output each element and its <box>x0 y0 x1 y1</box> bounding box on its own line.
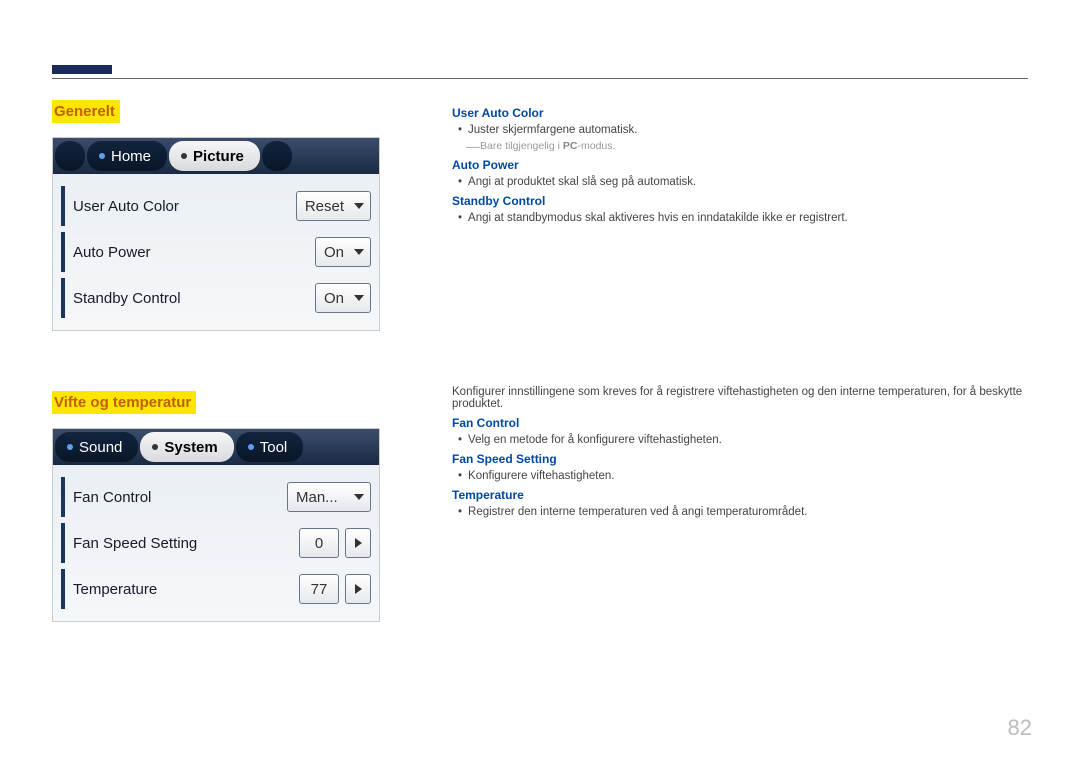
page-number: 82 <box>1008 715 1032 741</box>
tab-dot-icon <box>99 153 105 159</box>
spinner-increment-button[interactable] <box>345 574 371 604</box>
row-temperature: Temperature 77 <box>61 569 371 609</box>
chevron-down-icon <box>354 295 364 301</box>
triangle-right-icon <box>355 584 362 594</box>
desc-generelt: User Auto Color Juster skjermfargene aut… <box>452 106 1028 224</box>
note-prefix: Bare tilgjengelig i <box>480 140 563 152</box>
desc-bullet: Juster skjermfargene automatisk. <box>470 124 1028 136</box>
desc-auto-power: Auto Power Angi at produktet skal slå se… <box>452 158 1028 188</box>
desc-heading: Temperature <box>452 488 1028 502</box>
tab-right-overflow[interactable] <box>262 141 292 171</box>
tab-dot-icon <box>181 153 187 159</box>
chevron-down-icon <box>354 203 364 209</box>
page-content: Generelt Home Picture User <box>52 100 1028 723</box>
tab-sound[interactable]: Sound <box>55 432 138 462</box>
tab-home[interactable]: Home <box>87 141 167 171</box>
desc-standby-control: Standby Control Angi at standbymodus ska… <box>452 194 1028 224</box>
chevron-down-icon <box>354 249 364 255</box>
row-fan-speed: Fan Speed Setting 0 <box>61 523 371 563</box>
row-user-auto-color: User Auto Color Reset <box>61 186 371 226</box>
desc-bullet: Angi at produktet skal slå seg på automa… <box>470 176 1028 188</box>
desc-bullet: Angi at standbymodus skal aktiveres hvis… <box>470 212 1028 224</box>
dropdown-value: Man... <box>296 489 338 506</box>
tab-picture[interactable]: Picture <box>169 141 260 171</box>
desc-bullet: Konfigurere viftehastigheten. <box>470 470 1028 482</box>
tab-system[interactable]: System <box>140 432 233 462</box>
header-divider <box>52 78 1028 79</box>
note-suffix: -modus. <box>577 140 615 152</box>
chevron-down-icon <box>354 494 364 500</box>
dropdown-user-auto-color[interactable]: Reset <box>296 191 371 221</box>
tab-left-overflow[interactable] <box>55 141 85 171</box>
row-standby-control: Standby Control On <box>61 278 371 318</box>
dropdown-value: Reset <box>305 198 344 215</box>
desc-vifte: Konfigurer innstillingene som kreves for… <box>452 386 1028 518</box>
desc-bullet: Registrer den interne temperaturen ved å… <box>470 506 1028 518</box>
spinner-fan-speed: 0 <box>299 528 371 558</box>
note-bold: PC <box>563 140 578 152</box>
tab-label: Sound <box>79 439 122 456</box>
dropdown-value: On <box>324 244 344 261</box>
section-title-generelt: Generelt <box>52 100 120 123</box>
dropdown-value: On <box>324 290 344 307</box>
tab-label: Home <box>111 148 151 165</box>
dropdown-standby-control[interactable]: On <box>315 283 371 313</box>
tab-label: Picture <box>193 148 244 165</box>
triangle-right-icon <box>355 538 362 548</box>
desc-heading: Standby Control <box>452 194 1028 208</box>
section-vifte: Vifte og temperatur Sound System Tool <box>52 391 412 622</box>
desc-fan-speed-setting: Fan Speed Setting Konfigurere viftehasti… <box>452 452 1028 482</box>
section-generelt: Generelt Home Picture User <box>52 100 412 331</box>
tab-dot-icon <box>248 444 254 450</box>
spinner-value[interactable]: 77 <box>299 574 339 604</box>
dropdown-fan-control[interactable]: Man... <box>287 482 371 512</box>
row-label: Standby Control <box>73 290 315 307</box>
header-accent-bar <box>52 65 112 74</box>
row-auto-power: Auto Power On <box>61 232 371 272</box>
desc-note: Bare tilgjengelig i PC-modus. <box>480 140 1028 152</box>
row-label: Temperature <box>73 581 299 598</box>
spinner-value[interactable]: 0 <box>299 528 339 558</box>
tabbar-generelt: Home Picture <box>53 138 379 174</box>
desc-user-auto-color: User Auto Color Juster skjermfargene aut… <box>452 106 1028 152</box>
desc-heading: User Auto Color <box>452 106 1028 120</box>
desc-heading: Auto Power <box>452 158 1028 172</box>
tab-label: Tool <box>260 439 288 456</box>
dropdown-auto-power[interactable]: On <box>315 237 371 267</box>
tab-tool[interactable]: Tool <box>236 432 304 462</box>
settings-rows-vifte: Fan Control Man... Fan Speed Setting 0 <box>53 465 379 621</box>
desc-bullet: Velg en metode for å konfigurere vifteha… <box>470 434 1028 446</box>
desc-fan-control: Fan Control Velg en metode for å konfigu… <box>452 416 1028 446</box>
row-label: User Auto Color <box>73 198 296 215</box>
screenshot-vifte: Sound System Tool Fan Control <box>52 428 380 622</box>
tab-dot-icon <box>152 444 158 450</box>
row-label: Fan Control <box>73 489 287 506</box>
tab-label: System <box>164 439 217 456</box>
section-title-vifte: Vifte og temperatur <box>52 391 196 414</box>
spinner-increment-button[interactable] <box>345 528 371 558</box>
right-column: User Auto Color Juster skjermfargene aut… <box>452 100 1028 522</box>
row-label: Auto Power <box>73 244 315 261</box>
desc-heading: Fan Control <box>452 416 1028 430</box>
spinner-temperature: 77 <box>299 574 371 604</box>
desc-temperature: Temperature Registrer den interne temper… <box>452 488 1028 518</box>
left-column: Generelt Home Picture User <box>52 100 412 682</box>
tabbar-vifte: Sound System Tool <box>53 429 379 465</box>
screenshot-generelt: Home Picture User Auto Color Reset <box>52 137 380 331</box>
desc-intro: Konfigurer innstillingene som kreves for… <box>452 386 1028 410</box>
row-label: Fan Speed Setting <box>73 535 299 552</box>
tab-dot-icon <box>67 444 73 450</box>
desc-heading: Fan Speed Setting <box>452 452 1028 466</box>
settings-rows-generelt: User Auto Color Reset Auto Power On <box>53 174 379 330</box>
row-fan-control: Fan Control Man... <box>61 477 371 517</box>
